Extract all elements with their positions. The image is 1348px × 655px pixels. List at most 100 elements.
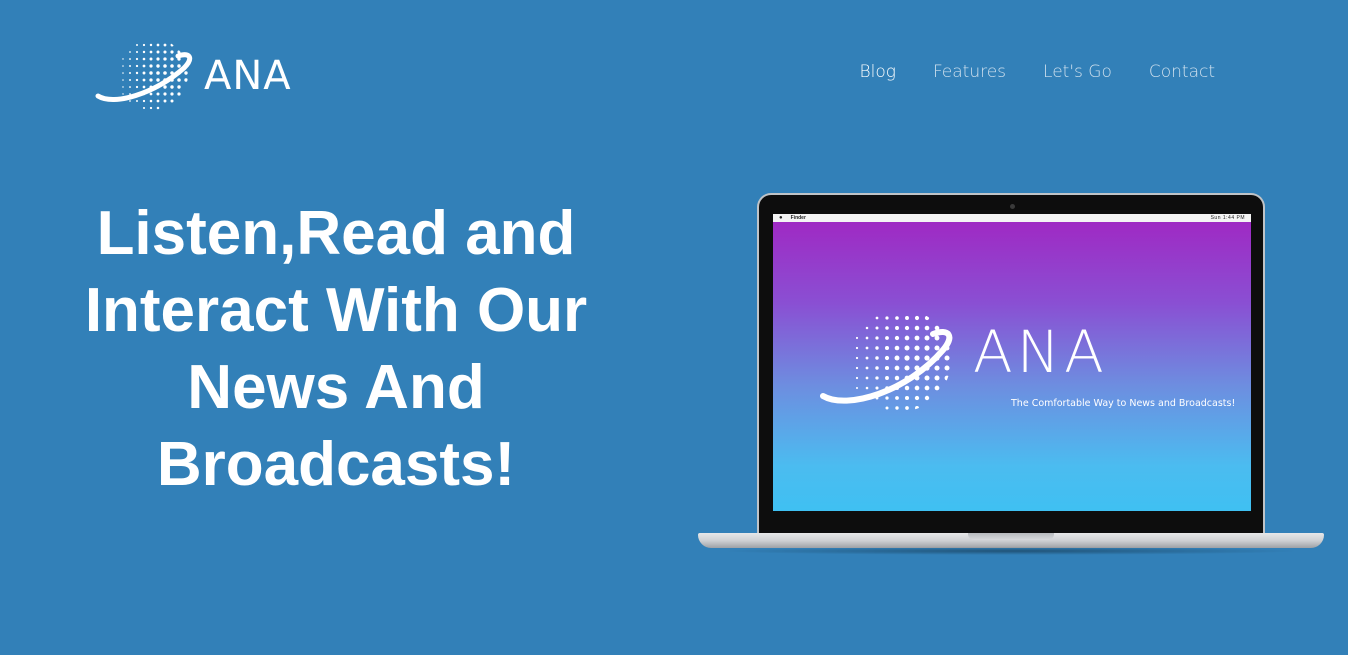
globe-dot <box>855 356 859 360</box>
globe-dot <box>149 57 153 61</box>
globe-dot <box>177 78 181 82</box>
nav-link-blog[interactable]: Blog <box>859 62 895 82</box>
globe-dot <box>875 326 879 330</box>
globe-dot <box>895 396 899 400</box>
globe-dot <box>855 366 859 370</box>
globe-dot <box>156 99 160 103</box>
globe-dot <box>855 336 859 340</box>
globe-dot <box>875 336 879 340</box>
globe-dot <box>156 43 160 47</box>
globe-dot <box>884 355 890 361</box>
globe-dot <box>163 92 167 96</box>
hero-title-line: Interact With Our <box>84 276 588 345</box>
globe-dot <box>135 85 139 89</box>
globe-dot <box>129 79 131 81</box>
globe-dot <box>904 385 910 391</box>
globe-dot <box>156 106 160 110</box>
globe-dot <box>135 50 139 54</box>
laptop-screen: ● Finder Sun 1:44 PM ANA The Comfortable… <box>773 214 1251 511</box>
globe-dot <box>129 51 131 53</box>
globe-dot <box>142 85 146 89</box>
globe-dot <box>156 50 160 54</box>
globe-dot <box>156 71 160 75</box>
hero-title-line: Broadcasts! <box>156 430 516 499</box>
globe-dot <box>885 396 889 400</box>
globe-dot <box>177 92 181 96</box>
globe-dot <box>177 85 181 89</box>
globe-dot <box>885 376 889 380</box>
globe-dot <box>163 50 167 54</box>
nav-link-contact[interactable]: Contact <box>1149 62 1215 82</box>
globe-dot <box>865 336 869 340</box>
mac-menubar: ● Finder Sun 1:44 PM <box>773 214 1251 222</box>
globe-dot <box>875 356 879 360</box>
laptop-shadow <box>718 547 1304 555</box>
globe-dot <box>135 64 139 68</box>
globe-dot <box>163 71 167 75</box>
globe-dot <box>142 71 146 75</box>
globe-dot <box>142 43 146 47</box>
globe-dot <box>914 385 920 391</box>
globe-dot <box>149 64 153 68</box>
laptop-mockup: ● Finder Sun 1:44 PM ANA The Comfortable… <box>698 193 1324 555</box>
globe-dot <box>934 345 940 351</box>
globe-dot <box>885 406 889 410</box>
globe-dot <box>156 92 160 96</box>
globe-dot <box>924 325 930 331</box>
globe-dot <box>904 345 910 351</box>
globe-dot <box>884 365 890 371</box>
globe-dot <box>149 71 153 75</box>
globe-dot <box>884 345 890 351</box>
globe-dot <box>122 79 124 81</box>
globe-dot <box>944 355 950 361</box>
globe-dot <box>924 375 930 381</box>
apple-icon: ● <box>779 215 783 221</box>
globe-dot <box>895 316 899 320</box>
globe-dot <box>170 50 174 54</box>
nav-link-features[interactable]: Features <box>933 62 1006 82</box>
hero-title-line: News And <box>187 353 485 422</box>
site-logo[interactable]: ANA <box>94 34 292 116</box>
globe-dot <box>142 106 146 110</box>
globe-dot <box>855 346 859 350</box>
globe-dot <box>129 65 131 67</box>
globe-dot <box>894 355 900 361</box>
globe-dot <box>914 345 920 351</box>
screen-tagline: The Comfortable Way to News and Broadcas… <box>1011 398 1236 409</box>
globe-dot <box>914 325 920 331</box>
globe-dot <box>944 365 950 371</box>
globe-dot <box>915 406 919 410</box>
globe-dot <box>924 395 930 401</box>
globe-dot <box>934 385 940 391</box>
globe-dot <box>894 365 900 371</box>
globe-dot <box>156 78 160 82</box>
globe-dot <box>156 64 160 68</box>
globe-dot <box>170 43 174 47</box>
globe-dot <box>924 335 930 341</box>
globe-dot <box>865 376 869 380</box>
globe-dot <box>865 346 869 350</box>
globe-dot <box>904 335 910 341</box>
globe-dot <box>122 58 124 60</box>
globe-orbit-icon <box>95 43 193 110</box>
menubar-clock: Sun 1:44 PM <box>1210 215 1245 221</box>
globe-dot <box>894 335 900 341</box>
globe-dot <box>149 43 153 47</box>
globe-dot <box>904 365 910 371</box>
globe-dot <box>875 346 879 350</box>
globe-dot <box>894 345 900 351</box>
globe-dot <box>934 365 940 371</box>
globe-dot <box>905 406 909 410</box>
globe-dot <box>135 71 139 75</box>
menubar-app-name: Finder <box>790 215 806 221</box>
globe-dot <box>855 376 859 380</box>
globe-dot <box>865 366 869 370</box>
globe-dot <box>136 100 138 102</box>
globe-dot <box>865 386 869 390</box>
globe-dot <box>875 386 879 390</box>
globe-dot <box>895 406 899 410</box>
globe-dot <box>163 57 167 61</box>
globe-dot <box>163 64 167 68</box>
globe-dot <box>875 316 879 320</box>
nav-link-lets-go[interactable]: Let's Go <box>1043 62 1112 82</box>
